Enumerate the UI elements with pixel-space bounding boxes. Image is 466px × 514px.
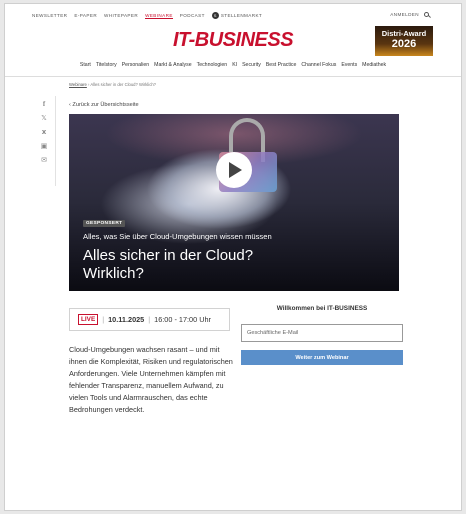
event-separator: | <box>148 315 151 324</box>
main-nav: Start Titelstory Personalien Markt & Ana… <box>5 62 461 75</box>
event-info: LIVE | 10.11.2025 | 16:00 - 17:00 Uhr <box>69 308 230 331</box>
account-area: ANMELDEN <box>390 12 429 17</box>
nav-item-ki[interactable]: KI <box>232 62 237 75</box>
search-icon[interactable] <box>424 12 429 17</box>
play-icon <box>229 162 242 178</box>
link-webinare[interactable]: WEBINARE <box>145 13 173 19</box>
play-button[interactable] <box>216 152 252 188</box>
webinar-description: Cloud-Umgebungen wachsen rasant – und mi… <box>69 345 233 415</box>
nav-item-markt-analyse[interactable]: Markt & Analyse <box>154 62 191 75</box>
nav-item-start[interactable]: Start <box>80 62 91 75</box>
event-separator: | <box>102 315 105 324</box>
event-time: 16:00 - 17:00 Uhr <box>154 315 211 324</box>
hero-title: Alles sicher in der Cloud? Wirklich? <box>83 247 254 282</box>
award-banner[interactable]: Distri-Award 2026 <box>375 26 433 56</box>
nav-item-mediathek[interactable]: Mediathek <box>362 62 386 75</box>
link-stellenmarkt[interactable]: S STELLENMARKT <box>211 12 263 19</box>
link-epaper[interactable]: E-PAPER <box>74 13 97 18</box>
hero-subtitle: Alles, was Sie über Cloud-Umgebungen wis… <box>83 232 272 241</box>
breadcrumb: Webinare › Alles sicher in der Cloud? Wi… <box>69 82 156 87</box>
sponsored-badge: GESPONSERT <box>83 220 126 227</box>
live-badge: LIVE <box>78 314 99 325</box>
hero-video[interactable]: GESPONSERT Alles, was Sie über Cloud-Umg… <box>69 114 399 291</box>
event-date: 10.11.2025 <box>108 315 145 324</box>
link-newsletter[interactable]: NEWSLETTER <box>32 13 67 18</box>
breadcrumb-current: Alles sicher in der Cloud? Wirklich? <box>90 82 156 87</box>
email-icon[interactable]: ✉ <box>41 157 47 164</box>
x-twitter-icon[interactable]: 𝕏 <box>41 115 47 122</box>
continue-to-webinar-button[interactable]: Weiter zum Webinar <box>241 350 403 365</box>
link-whitepaper[interactable]: WHITEPAPER <box>104 13 138 18</box>
login-link[interactable]: ANMELDEN <box>390 12 419 17</box>
stellenmarkt-label: STELLENMARKT <box>220 13 263 18</box>
xing-icon[interactable]: ⅹ <box>42 129 47 136</box>
nav-item-technologien[interactable]: Technologien <box>197 62 228 75</box>
form-title: Willkommen bei IT-BUSINESS <box>276 305 368 312</box>
page: NEWSLETTER E-PAPER WHITEPAPER WEBINARE P… <box>4 3 462 511</box>
print-icon[interactable]: ▣ <box>41 143 48 150</box>
nav-item-events[interactable]: Events <box>341 62 357 75</box>
nav-item-titelstory[interactable]: Titelstory <box>96 62 117 75</box>
nav-divider <box>5 76 461 77</box>
stellenmarkt-icon: S <box>211 12 219 19</box>
nav-item-security[interactable]: Security <box>242 62 261 75</box>
share-divider <box>55 96 56 186</box>
utility-links: NEWSLETTER E-PAPER WHITEPAPER WEBINARE P… <box>32 12 262 19</box>
share-bar: f 𝕏 ⅹ ▣ ✉ <box>39 101 49 165</box>
top-utility-bar: NEWSLETTER E-PAPER WHITEPAPER WEBINARE P… <box>5 4 461 24</box>
breadcrumb-webinare[interactable]: Webinare <box>69 82 87 87</box>
nav-item-personalien[interactable]: Personalien <box>122 62 149 75</box>
email-field[interactable] <box>241 324 403 342</box>
award-year: 2026 <box>391 38 417 50</box>
link-podcast[interactable]: PODCAST <box>180 13 205 18</box>
nav-item-best-practice[interactable]: Best Practice <box>266 62 297 75</box>
facebook-icon[interactable]: f <box>43 101 45 108</box>
back-link[interactable]: ‹ Zurück zur Übersichtsseite <box>69 102 139 108</box>
hero-caption: GESPONSERT Alles, was Sie über Cloud-Umg… <box>83 211 293 283</box>
nav-item-channel-fokus[interactable]: Channel Fokus <box>301 62 336 75</box>
award-title: Distri-Award <box>381 29 427 38</box>
